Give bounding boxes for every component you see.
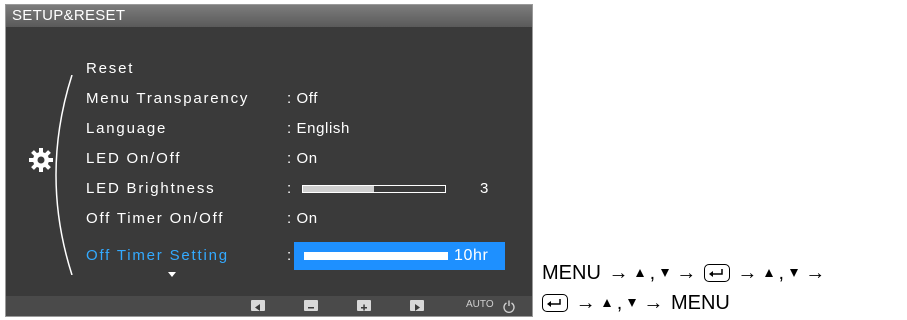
menu-key-label: MENU: [542, 262, 601, 284]
plus-icon[interactable]: [357, 300, 371, 311]
menu-item-led-brightness[interactable]: LED Brightness: [86, 177, 215, 201]
menu-value-led-brightness-colon: :: [287, 180, 292, 197]
menu-value-off-timer-setting-colon: :: [287, 247, 292, 264]
menu-item-off-timer-setting[interactable]: Off Timer Setting: [86, 244, 229, 268]
right-arrow-glyph: →: [737, 262, 758, 284]
enter-key-icon: [703, 264, 730, 282]
osd-menu-window: SETUP&RESET Reset Menu Transparency : Of…: [5, 4, 533, 317]
down-triangle-icon: [789, 269, 798, 277]
up-triangle-icon: [764, 269, 773, 277]
down-triangle-icon: [660, 269, 669, 277]
menu-value-off-timer-on-off: : On: [287, 210, 318, 227]
right-arrow-glyph: →: [676, 262, 697, 284]
menu-value-led-on-off: : On: [287, 150, 318, 167]
gear-icon: [29, 148, 53, 172]
instruction-line-2: → , → MENU: [542, 292, 730, 315]
right-arrow-glyph: →: [575, 292, 596, 314]
power-icon[interactable]: [502, 299, 516, 313]
comma-separator: ,: [649, 262, 656, 284]
led-brightness-level: 3: [480, 180, 489, 197]
led-brightness-fill: [303, 186, 374, 192]
left-arrow-icon[interactable]: [251, 300, 265, 311]
menu-item-led-on-off[interactable]: LED On/Off: [86, 147, 181, 171]
auto-button-label[interactable]: AUTO: [466, 299, 494, 310]
off-timer-fill: [305, 253, 376, 259]
comma-separator: ,: [778, 262, 785, 284]
menu-key-label: MENU: [670, 292, 730, 314]
menu-item-reset[interactable]: Reset: [86, 57, 134, 81]
off-timer-level: 10hr: [454, 247, 489, 264]
comma-separator: ,: [616, 292, 623, 314]
up-triangle-icon: [636, 269, 645, 277]
minus-icon[interactable]: [304, 300, 318, 311]
enter-key-icon: [542, 294, 568, 312]
menu-item-language[interactable]: Language: [86, 117, 167, 141]
menu-item-off-timer-on-off[interactable]: Off Timer On/Off: [86, 207, 224, 231]
scroll-down-icon[interactable]: [168, 272, 176, 277]
down-triangle-icon: [627, 299, 636, 307]
right-arrow-glyph: →: [643, 292, 664, 314]
menu-value-language: : English: [287, 120, 350, 137]
right-arrow-glyph: →: [608, 262, 629, 284]
menu-item-menu-transparency[interactable]: Menu Transparency: [86, 87, 249, 111]
instruction-line-1: MENU → , → → , →: [542, 262, 827, 285]
led-brightness-slider[interactable]: [302, 185, 446, 193]
osd-title: SETUP&RESET: [6, 5, 532, 27]
osd-button-bar: AUTO: [6, 296, 532, 316]
off-timer-slider[interactable]: [304, 252, 448, 260]
up-triangle-icon: [603, 299, 612, 307]
right-arrow-glyph: →: [805, 262, 826, 284]
menu-value-menu-transparency: : Off: [287, 90, 319, 107]
right-arrow-icon[interactable]: [410, 300, 424, 311]
